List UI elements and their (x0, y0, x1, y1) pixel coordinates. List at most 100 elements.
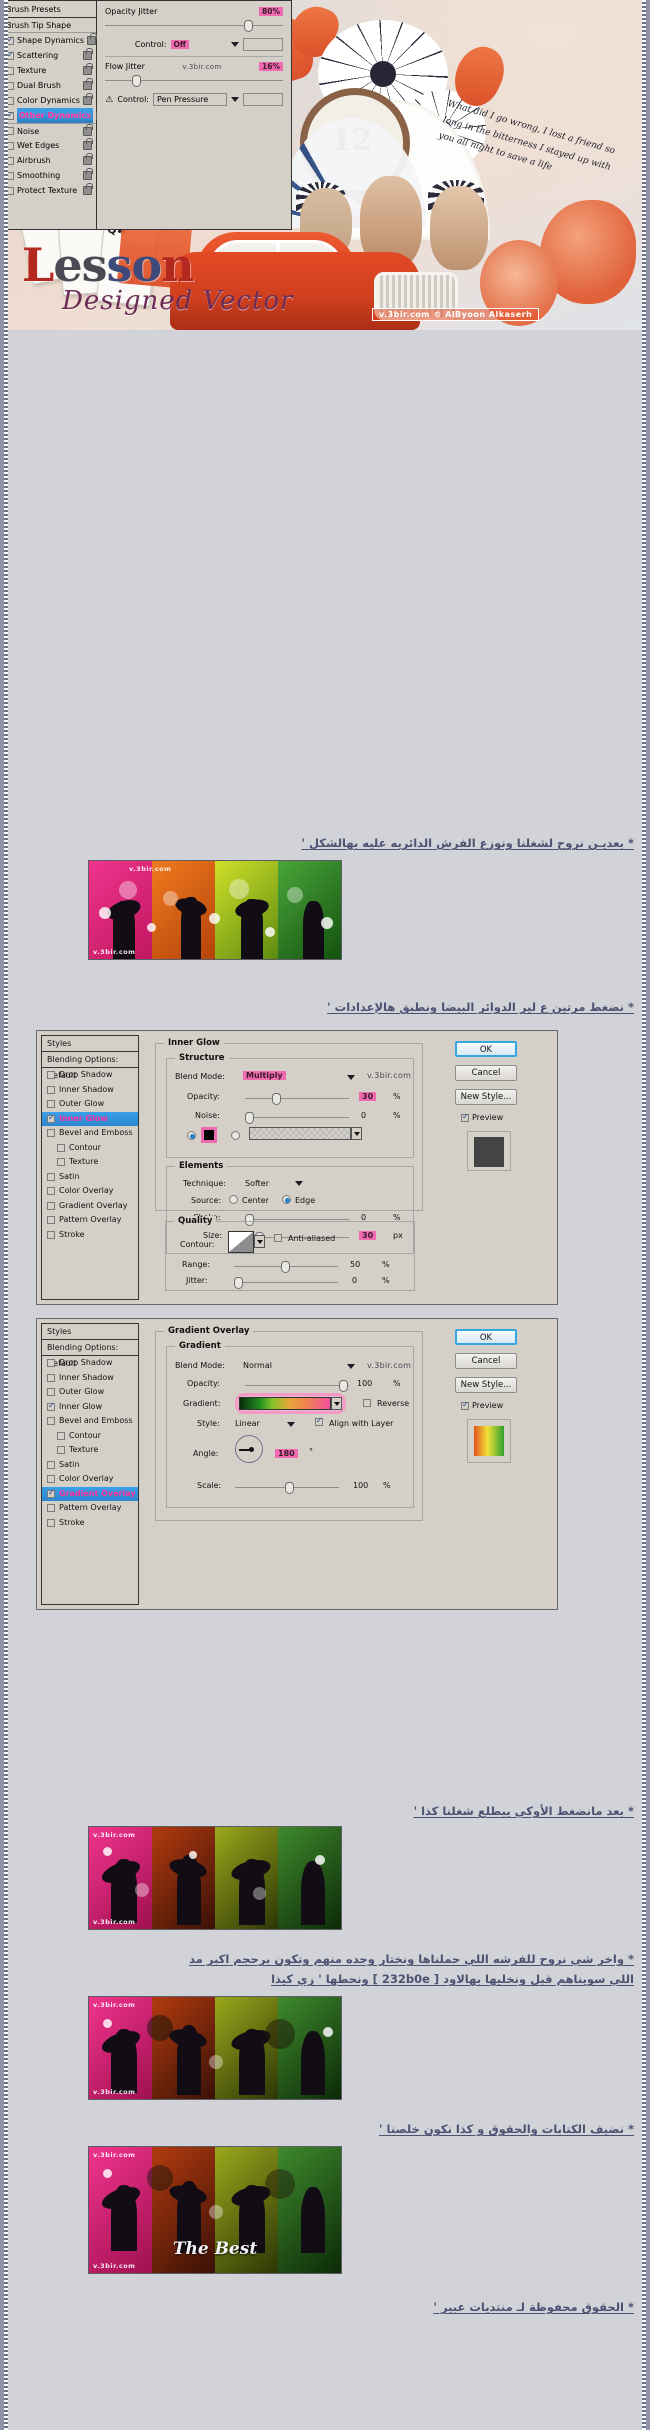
antialiased-checkbox[interactable] (274, 1234, 282, 1244)
checkbox-off-icon[interactable] (57, 1143, 65, 1152)
checkbox-off-icon[interactable] (47, 1460, 55, 1469)
checkbox-off-icon[interactable] (57, 1431, 65, 1440)
checkbox-off-icon[interactable] (47, 1518, 55, 1527)
checkbox-off-icon[interactable] (6, 171, 14, 180)
checkbox-off-icon[interactable] (363, 1399, 371, 1407)
style-item-outer-glow[interactable]: Outer Glow (42, 1097, 138, 1112)
slider-knob[interactable] (338, 1380, 348, 1392)
checkbox-off-icon[interactable] (47, 1085, 55, 1094)
source-edge-radio[interactable] (282, 1195, 291, 1206)
checkbox-off-icon[interactable] (47, 1417, 55, 1426)
checkbox-off-icon[interactable] (47, 1504, 55, 1513)
style-item-satin[interactable]: Satin (42, 1458, 138, 1473)
checkbox-off-icon[interactable] (274, 1234, 282, 1242)
chevron-down-icon[interactable] (231, 42, 239, 47)
slider-knob[interactable] (234, 1277, 243, 1289)
slider-knob[interactable] (245, 1112, 254, 1124)
brush-option-airbrush[interactable]: Airbrush (1, 153, 96, 168)
align-with-layer-checkbox[interactable] (315, 1415, 323, 1428)
source-edge-label[interactable]: Edge (295, 1196, 315, 1205)
brush-option-protect-texture[interactable]: Protect Texture (1, 183, 96, 198)
brush-option-noise[interactable]: Noise (1, 123, 96, 138)
checkbox-off-icon[interactable] (6, 127, 14, 135)
blending-options-item[interactable]: Blending Options: Default (42, 1340, 138, 1368)
lock-icon[interactable] (83, 183, 93, 195)
checkbox-off-icon[interactable] (47, 1172, 55, 1181)
new-style-button[interactable]: New Style... (455, 1089, 517, 1105)
scale-value[interactable]: 100 (353, 1481, 368, 1490)
style-item-inner-glow[interactable]: Inner Glow (42, 1111, 138, 1126)
preview-label[interactable]: Preview (472, 1401, 503, 1410)
opacity-jitter-slider[interactable] (105, 20, 283, 32)
checkbox-off-icon[interactable] (47, 1475, 55, 1484)
opacity-slider[interactable] (245, 1093, 349, 1105)
gradient-preview-bar[interactable] (239, 1397, 331, 1410)
checkbox-off-icon[interactable] (47, 1359, 55, 1368)
style-item-inner-glow[interactable]: Inner Glow (42, 1400, 138, 1415)
style-item-outer-glow[interactable]: Outer Glow (42, 1385, 138, 1400)
brush-option-smoothing[interactable]: Smoothing (1, 168, 96, 183)
checkbox-off-icon[interactable] (6, 96, 14, 105)
checkbox-on-icon[interactable] (461, 1111, 469, 1123)
lock-icon[interactable] (83, 123, 93, 136)
contour-dropdown-button[interactable] (254, 1235, 265, 1248)
glow-gradient-radio[interactable] (231, 1131, 240, 1142)
reverse-checkbox[interactable] (363, 1399, 371, 1409)
style-item-bevel-and-emboss[interactable]: Bevel and Emboss (42, 1126, 138, 1141)
style-item-contour[interactable]: Contour (42, 1141, 138, 1156)
style-item-satin[interactable]: Satin (42, 1170, 138, 1185)
opacity-control-textbox[interactable] (243, 38, 283, 51)
checkbox-on-icon[interactable] (6, 34, 14, 46)
style-value[interactable]: Linear (235, 1419, 260, 1428)
lock-icon[interactable] (83, 78, 93, 90)
style-item-stroke[interactable]: Stroke (42, 1516, 138, 1531)
checkbox-off-icon[interactable] (57, 1158, 65, 1167)
brush-option-texture[interactable]: Texture (1, 63, 96, 78)
brush-option-shape-dynamics[interactable]: Shape Dynamics (1, 33, 98, 48)
gradient-dropdown-button[interactable] (351, 1127, 362, 1140)
reverse-label[interactable]: Reverse (377, 1399, 409, 1408)
style-item-texture[interactable]: Texture (42, 1443, 138, 1458)
checkbox-off-icon[interactable] (47, 1187, 55, 1196)
flow-control-textbox[interactable] (243, 93, 283, 106)
checkbox-off-icon[interactable] (47, 1100, 55, 1109)
slider-knob[interactable] (284, 1482, 294, 1494)
checkbox-off-icon[interactable] (6, 186, 14, 195)
slider-knob[interactable] (280, 1261, 290, 1273)
ok-button[interactable]: OK (455, 1329, 517, 1345)
preview-checkbox-row[interactable]: Preview (461, 1399, 503, 1411)
antialiased-label[interactable]: Anti-aliased (288, 1234, 335, 1243)
radio-off-icon[interactable] (231, 1131, 240, 1140)
angle-value[interactable]: 180 (275, 1449, 298, 1458)
glow-color-swatch[interactable] (201, 1127, 217, 1143)
blend-mode-value[interactable]: Multiply (243, 1071, 286, 1080)
lock-icon[interactable] (83, 93, 93, 105)
chevron-down-icon[interactable] (287, 1422, 295, 1427)
brush-tip-shape-item[interactable]: Brush Tip Shape (1, 18, 96, 33)
brush-presets-header[interactable]: Brush Presets (1, 1, 96, 18)
checkbox-off-icon[interactable] (47, 1201, 55, 1210)
opacity-value[interactable]: 30 (359, 1092, 377, 1101)
checkbox-off-icon[interactable] (47, 1216, 55, 1225)
checkbox-off-icon[interactable] (47, 1071, 55, 1080)
ok-button[interactable]: OK (455, 1041, 517, 1057)
style-item-color-overlay[interactable]: Color Overlay (42, 1184, 138, 1199)
style-item-gradient-overlay[interactable]: Gradient Overlay (42, 1486, 138, 1501)
checkbox-off-icon[interactable] (47, 1129, 55, 1138)
range-slider[interactable] (234, 1261, 338, 1273)
cancel-button[interactable]: Cancel (455, 1065, 517, 1081)
gradient-dropdown-button[interactable] (331, 1397, 342, 1410)
preview-label[interactable]: Preview (472, 1113, 503, 1122)
brush-option-scattering[interactable]: Scattering (1, 48, 96, 63)
slider-knob[interactable] (243, 20, 253, 32)
flow-control-select[interactable]: Pen Pressure (153, 93, 227, 106)
chevron-down-icon[interactable] (295, 1181, 303, 1186)
checkbox-off-icon[interactable] (47, 1388, 55, 1397)
lock-icon[interactable] (83, 153, 93, 165)
cancel-button[interactable]: Cancel (455, 1353, 517, 1369)
new-style-button[interactable]: New Style... (455, 1377, 517, 1393)
opacity-value[interactable]: 100 (357, 1379, 372, 1388)
slider-knob[interactable] (272, 1093, 282, 1105)
align-with-layer-label[interactable]: Align with Layer (329, 1419, 393, 1428)
chevron-down-icon[interactable] (231, 97, 239, 102)
